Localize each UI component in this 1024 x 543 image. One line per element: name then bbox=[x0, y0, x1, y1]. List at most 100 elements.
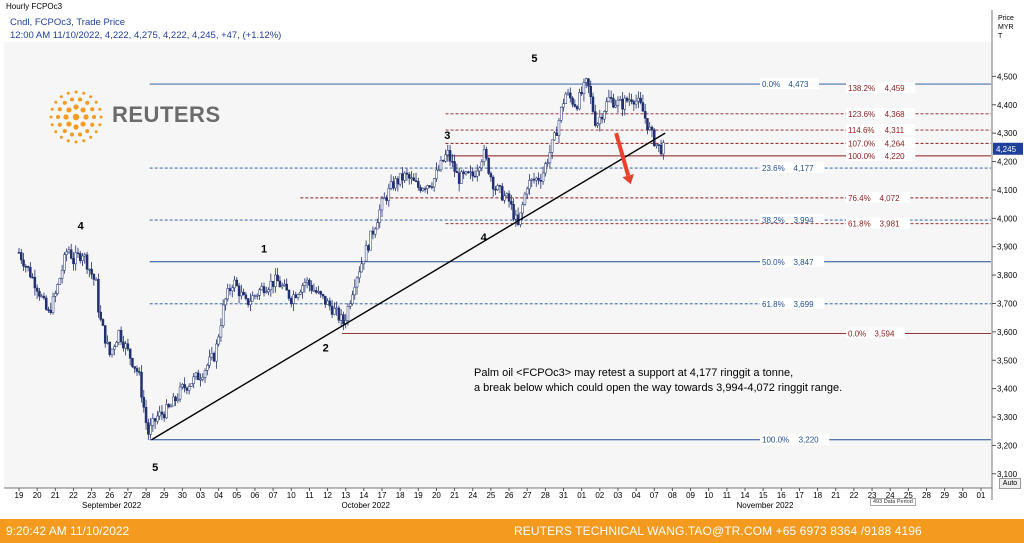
candle-body bbox=[231, 287, 234, 292]
candle-body bbox=[541, 172, 545, 182]
candle-body bbox=[489, 173, 493, 178]
logo-dot bbox=[50, 123, 54, 127]
candle-body bbox=[360, 263, 363, 273]
candle-body bbox=[582, 82, 586, 94]
candle-body bbox=[58, 278, 62, 285]
logo-dot bbox=[78, 132, 83, 137]
candle-body bbox=[17, 252, 21, 254]
x-tick-label: 29 bbox=[940, 491, 949, 500]
candle-body bbox=[573, 104, 577, 107]
logo-dot bbox=[80, 107, 86, 113]
candle-body bbox=[621, 99, 624, 110]
candle-body bbox=[319, 291, 322, 295]
candle-body bbox=[276, 274, 279, 282]
candle-body bbox=[90, 268, 93, 275]
chart-window: Hourly FCPOc3 Cndl, FCPOc3, Trade Price … bbox=[0, 0, 1024, 543]
candle-body bbox=[398, 173, 402, 185]
x-tick-label: 26 bbox=[505, 491, 514, 500]
x-tick-label: 28 bbox=[922, 491, 931, 500]
candle-body bbox=[550, 139, 554, 153]
candle-body bbox=[308, 279, 311, 286]
y-tick-label: 3,800 bbox=[997, 271, 1018, 280]
x-tick-label: 09 bbox=[686, 491, 695, 500]
candle-body bbox=[156, 415, 159, 422]
candle-body bbox=[460, 171, 463, 184]
x-tick-label: 17 bbox=[378, 491, 387, 500]
candle-body bbox=[190, 383, 193, 387]
candle-body bbox=[339, 314, 343, 321]
logo-dot bbox=[82, 91, 86, 95]
logo-dot bbox=[74, 90, 78, 94]
wave-label: 1 bbox=[261, 243, 267, 255]
fib-percent-label: 107.0% bbox=[848, 139, 875, 148]
x-tick-label: 03 bbox=[196, 491, 205, 500]
candle-body bbox=[262, 286, 266, 294]
candle-body bbox=[403, 172, 406, 181]
candle-body bbox=[471, 171, 474, 177]
fib-price-label: 4,220 bbox=[885, 152, 906, 161]
x-tick-label: 19 bbox=[15, 491, 24, 500]
logo-dot bbox=[85, 100, 90, 105]
candle-body bbox=[301, 285, 304, 293]
candle-body bbox=[428, 185, 431, 188]
y-tick-label: 3,200 bbox=[997, 441, 1018, 450]
price-axis-title-line: T bbox=[998, 33, 1003, 40]
candle-body bbox=[212, 352, 216, 362]
logo-dot bbox=[57, 107, 62, 112]
auto-scale-button[interactable]: Auto bbox=[999, 478, 1021, 489]
candle-body bbox=[40, 295, 43, 298]
candle-body bbox=[589, 85, 592, 98]
candle-body bbox=[659, 144, 663, 155]
candle-body bbox=[462, 171, 465, 175]
candle-body bbox=[56, 284, 59, 294]
candle-body bbox=[546, 162, 549, 165]
candle-body bbox=[603, 111, 606, 120]
candle-body bbox=[521, 204, 524, 214]
candle-body bbox=[333, 308, 336, 315]
candle-body bbox=[312, 290, 316, 292]
candle-body bbox=[244, 294, 248, 299]
candle-body bbox=[185, 387, 189, 391]
candle-body bbox=[405, 172, 409, 175]
x-tick-label: 13 bbox=[341, 491, 350, 500]
candle-body bbox=[178, 386, 182, 400]
candle-body bbox=[228, 288, 232, 292]
candle-body bbox=[358, 271, 361, 279]
candle-body bbox=[103, 325, 107, 344]
candle-body bbox=[54, 293, 57, 297]
candle-body bbox=[569, 92, 572, 99]
candle-body bbox=[128, 348, 132, 359]
fib-percent-label: 138.2% bbox=[848, 84, 875, 93]
candle-body bbox=[72, 258, 75, 265]
candle-body bbox=[79, 253, 82, 261]
candle-body bbox=[426, 185, 429, 189]
candle-body bbox=[466, 171, 470, 174]
fib-percent-label: 0.0% bbox=[848, 330, 866, 339]
candle-body bbox=[385, 197, 388, 201]
x-tick-label: 07 bbox=[269, 491, 278, 500]
x-tick-label: 10 bbox=[287, 491, 296, 500]
candle-body bbox=[580, 92, 583, 94]
fib-percent-label: 100.0% bbox=[762, 436, 789, 445]
candle-body bbox=[392, 181, 395, 189]
candle-body bbox=[65, 251, 68, 255]
price-chart[interactable]: 3,1003,2003,3003,4003,5003,6003,7003,800… bbox=[0, 0, 1024, 519]
candle-body bbox=[35, 287, 39, 292]
candle-body bbox=[417, 181, 420, 188]
candle-body bbox=[101, 319, 105, 326]
candle-body bbox=[292, 294, 295, 304]
candle-body bbox=[328, 300, 332, 307]
logo-dot bbox=[73, 104, 79, 110]
x-tick-label: 21 bbox=[51, 491, 60, 500]
candle-body bbox=[42, 295, 46, 299]
logo-dot bbox=[72, 113, 80, 121]
logo-dot bbox=[94, 100, 98, 104]
candle-body bbox=[85, 254, 89, 270]
candle-body bbox=[498, 185, 502, 187]
wave-label: 5 bbox=[531, 53, 537, 65]
price-axis-title-line: Price bbox=[998, 15, 1014, 22]
y-tick-label: 3,300 bbox=[997, 413, 1018, 422]
candle-body bbox=[623, 97, 627, 110]
x-tick-label: 27 bbox=[523, 491, 532, 500]
candle-body bbox=[653, 129, 656, 146]
